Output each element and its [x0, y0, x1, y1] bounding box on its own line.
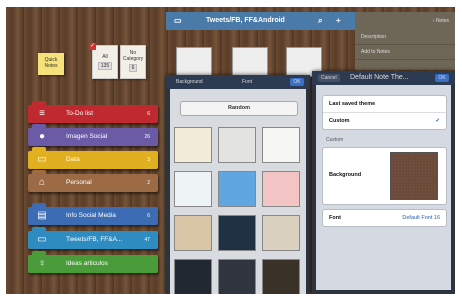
background-popover: Background Font OK Random: [166, 75, 310, 294]
last-saved-label: Last saved theme: [329, 101, 376, 107]
folder-label: Info Social Media: [66, 212, 116, 219]
folder-data[interactable]: ▭ Data 3: [28, 147, 158, 169]
swatch[interactable]: [262, 215, 300, 251]
swatch[interactable]: [174, 127, 212, 163]
swatch[interactable]: [174, 259, 212, 294]
swatch[interactable]: [174, 215, 212, 251]
list-item[interactable]: Add to Notes: [355, 45, 455, 60]
swatch[interactable]: [218, 171, 256, 207]
note-thumbnail[interactable]: [232, 47, 268, 77]
all-notes-tile[interactable]: ✓ All 135: [89, 43, 118, 79]
folder-count: 6: [147, 111, 150, 117]
list-item[interactable]: Description: [355, 30, 455, 45]
folder-count: 26: [144, 134, 150, 140]
popover-header: Background Font OK: [166, 75, 310, 89]
swatch[interactable]: [262, 171, 300, 207]
note-theme-popover: Cancel Default Note The... OK Last saved…: [312, 71, 455, 294]
popover-body: Last saved theme Custom ✓ Custom Backgrou…: [316, 85, 451, 290]
swatch[interactable]: [174, 171, 212, 207]
font-label: Font: [329, 215, 341, 221]
last-saved-theme-row[interactable]: Last saved theme: [323, 96, 446, 112]
folder-count: 47: [144, 237, 150, 243]
notes-button[interactable]: ‹ Notes: [433, 12, 449, 30]
screen-icon[interactable]: ▭: [174, 12, 182, 30]
note-thumbnail[interactable]: [176, 47, 212, 77]
checkmark-icon: ✓: [435, 118, 440, 124]
folder-label: Personal: [66, 179, 92, 186]
folder-icon: ▤: [37, 210, 47, 221]
folder-label: Data: [66, 156, 80, 163]
folder-label: To-Do list: [66, 110, 94, 117]
no-category-tile[interactable]: No Category 6: [120, 45, 146, 79]
add-icon[interactable]: +: [336, 12, 341, 30]
folder-count: 2: [147, 180, 150, 186]
notes-bar: ‹ Notes: [355, 12, 455, 30]
ok-button[interactable]: OK: [290, 78, 304, 86]
lightbulb-icon: ♀: [38, 258, 46, 269]
swatch[interactable]: [218, 259, 256, 294]
swatch[interactable]: [262, 127, 300, 163]
ok-button[interactable]: OK: [435, 74, 449, 82]
background-row[interactable]: Background: [322, 147, 447, 205]
folder-tweets[interactable]: ▭ Tweets/FB, FF&A... 47: [28, 227, 158, 249]
section-custom: Custom: [326, 137, 344, 143]
swatch[interactable]: [218, 127, 256, 163]
no-category-label: No Category: [122, 50, 144, 62]
home-icon: ⌂: [38, 177, 46, 188]
tab-background[interactable]: Background: [176, 75, 203, 89]
folder-label: Tweets/FB, FF&A...: [66, 236, 123, 243]
swatch[interactable]: [218, 215, 256, 251]
folder-info-social-media[interactable]: ▤ Info Social Media 6: [28, 203, 158, 225]
folder-count: 3: [147, 157, 150, 163]
font-row[interactable]: Font Default Font 16: [322, 209, 447, 227]
background-preview: [390, 152, 438, 200]
all-count: 135: [97, 62, 113, 70]
card-icon: ▭: [37, 154, 47, 165]
screen-icon: ▭: [37, 234, 47, 245]
notebook-header: ▭ Tweets/FB, FF&Android ⌕ +: [166, 12, 355, 30]
folder-label: Imagen Social: [66, 133, 108, 140]
quick-notes-label: Quick Notes: [44, 57, 58, 69]
custom-row[interactable]: Custom ✓: [323, 112, 446, 129]
folder-to-do-list[interactable]: ≡ To-Do list 6: [28, 101, 158, 123]
list-icon: ≡: [39, 108, 45, 119]
folder-ideas-articulos[interactable]: ♀ Ideas articulos: [28, 251, 158, 273]
notebook-title: Tweets/FB, FF&Android: [206, 17, 285, 24]
folder-imagen-social[interactable]: ● Imagen Social 26: [28, 124, 158, 146]
cancel-button[interactable]: Cancel: [318, 74, 340, 82]
font-value: Default Font 16: [402, 215, 440, 221]
folder-count: 6: [147, 213, 150, 219]
background-label: Background: [329, 172, 362, 178]
notes-list: Description Add to Notes: [355, 30, 455, 70]
check-icon: ✓: [89, 43, 96, 50]
no-category-count: 6: [128, 64, 138, 72]
person-icon: ●: [38, 131, 46, 142]
custom-label: Custom: [329, 118, 350, 124]
tab-font[interactable]: Font: [242, 75, 252, 89]
random-button[interactable]: Random: [180, 101, 298, 116]
folder-label: Ideas articulos: [66, 260, 108, 267]
popover-body: Random: [170, 89, 306, 294]
folder-personal[interactable]: ⌂ Personal 2: [28, 170, 158, 192]
theme-options: Last saved theme Custom ✓: [322, 95, 447, 130]
app-frame: Quick Notes ✓ All 135 No Category 6 ≡ To…: [6, 7, 455, 294]
all-label: All: [102, 54, 108, 60]
popover-title: Default Note The...: [350, 74, 409, 81]
swatch[interactable]: [262, 259, 300, 294]
search-icon[interactable]: ⌕: [318, 12, 322, 30]
popover-header: Cancel Default Note The... OK: [312, 71, 455, 85]
notes-label: Notes: [435, 18, 449, 24]
quick-notes-sticky[interactable]: Quick Notes: [38, 53, 64, 75]
